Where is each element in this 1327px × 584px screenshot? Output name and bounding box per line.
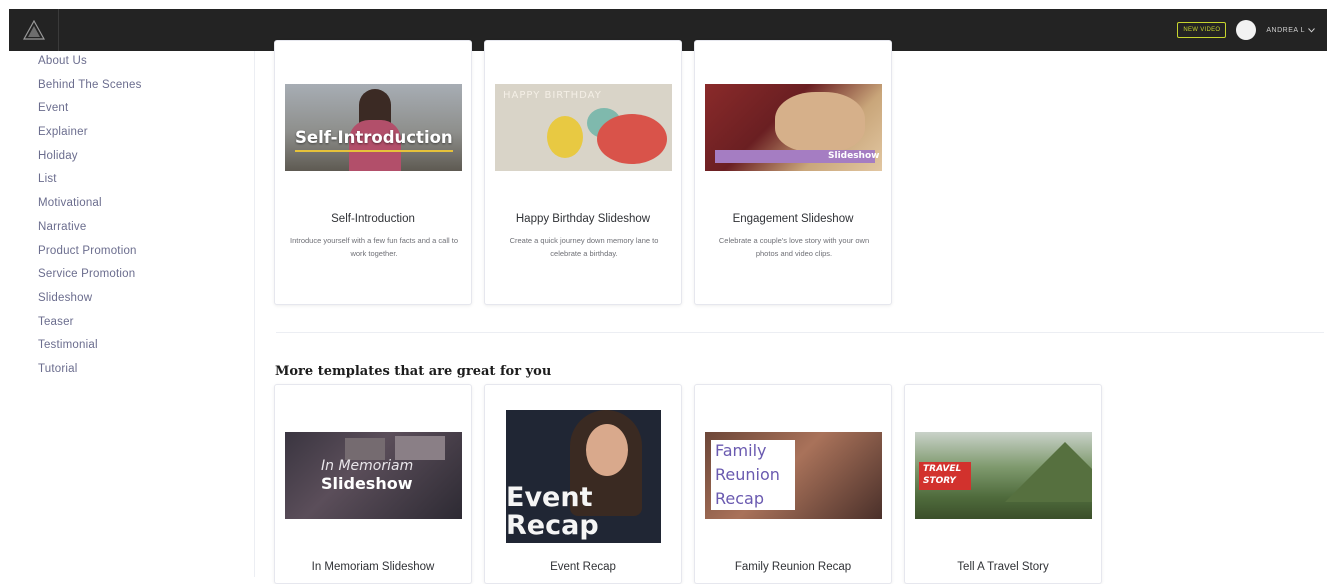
sidebar-item-service-promotion[interactable]: Service Promotion: [38, 266, 238, 290]
user-name-label: ANDREA L: [1266, 26, 1305, 34]
thumbnail-line-1: TRAVEL: [923, 464, 962, 474]
card-title: In Memoriam Slideshow: [311, 561, 435, 573]
thumbnail-title: HAPPY BIRTHDAY: [503, 90, 602, 101]
thumbnail-line-1: In Memoriam: [321, 458, 414, 474]
chevron-down-icon: [1308, 27, 1315, 33]
thumbnail-mountain: [1005, 442, 1092, 502]
card-title: Self-Introduction: [331, 213, 415, 225]
sidebar-divider: [254, 51, 255, 577]
card-description: Celebrate a couple's love story with you…: [718, 236, 870, 258]
template-thumbnail: TRAVEL STORY: [915, 432, 1092, 519]
card-title: Family Reunion Recap: [734, 561, 852, 573]
sidebar-item-product-promotion[interactable]: Product Promotion: [38, 243, 238, 267]
template-thumbnail: Slideshow: [705, 84, 882, 171]
sidebar-item-explainer[interactable]: Explainer: [38, 124, 238, 148]
app-logo[interactable]: [9, 9, 59, 51]
thumbnail-title: Slideshow: [828, 151, 880, 161]
template-card-engagement-slideshow[interactable]: Slideshow Engagement Slideshow Celebrate…: [694, 40, 892, 305]
section-divider: [276, 332, 1324, 333]
thumbnail-hands: [775, 92, 865, 152]
card-title: Engagement Slideshow: [732, 213, 854, 225]
template-thumbnail: HAPPY BIRTHDAY: [495, 84, 672, 171]
user-avatar[interactable]: [1236, 20, 1257, 40]
template-thumbnail: Family Reunion Recap: [705, 432, 882, 519]
template-thumbnail: In Memoriam Slideshow: [285, 432, 462, 519]
template-card-self-introduction[interactable]: Self-Introduction Self-Introduction Intr…: [274, 40, 472, 305]
thumbnail-balloon-red: [597, 114, 667, 164]
card-description: Introduce yourself with a few fun facts …: [289, 236, 458, 258]
template-card-tell-a-travel-story[interactable]: TRAVEL STORY Tell A Travel Story: [904, 384, 1102, 584]
thumbnail-balloon-yellow: [547, 116, 583, 158]
sidebar-item-narrative[interactable]: Narrative: [38, 219, 238, 243]
thumbnail-line-1: Family: [715, 441, 767, 460]
user-menu[interactable]: ANDREA L: [1266, 27, 1315, 34]
card-title: Tell A Travel Story: [957, 561, 1049, 573]
thumbnail-underline: [295, 150, 453, 152]
thumbnail-line-2: Recap: [506, 510, 599, 541]
sidebar-item-slideshow[interactable]: Slideshow: [38, 290, 238, 314]
thumbnail-photo-strip: [395, 436, 445, 460]
template-thumbnail: Event Recap: [506, 410, 661, 543]
thumbnail-line-2: STORY: [923, 476, 956, 486]
sidebar-item-list[interactable]: List: [38, 171, 238, 195]
card-title: Happy Birthday Slideshow: [515, 213, 651, 225]
sidebar-item-tutorial[interactable]: Tutorial: [38, 361, 238, 385]
sidebar-item-testimonial[interactable]: Testimonial: [38, 337, 238, 361]
sidebar-item-motivational[interactable]: Motivational: [38, 195, 238, 219]
sidebar-item-teaser[interactable]: Teaser: [38, 314, 238, 338]
thumbnail-photo-strip: [345, 438, 385, 460]
thumbnail-line-3: Recap: [715, 489, 764, 508]
thumbnail-line-2: Slideshow: [321, 474, 413, 493]
thumbnail-line-2: Reunion: [715, 465, 780, 484]
template-card-family-reunion-recap[interactable]: Family Reunion Recap Family Reunion Reca…: [694, 384, 892, 584]
logo-icon: [22, 20, 45, 40]
thumbnail-line-1: Event: [506, 482, 593, 513]
sidebar-item-behind-the-scenes[interactable]: Behind The Scenes: [38, 77, 238, 101]
card-description: Create a quick journey down memory lane …: [509, 236, 659, 258]
category-sidebar: About Us Behind The Scenes Event Explain…: [38, 53, 238, 385]
template-card-in-memoriam-slideshow[interactable]: In Memoriam Slideshow In Memoriam Slides…: [274, 384, 472, 584]
sidebar-item-holiday[interactable]: Holiday: [38, 148, 238, 172]
template-card-happy-birthday-slideshow[interactable]: HAPPY BIRTHDAY Happy Birthday Slideshow …: [484, 40, 682, 305]
sidebar-item-about-us[interactable]: About Us: [38, 53, 238, 77]
new-video-button[interactable]: NEW VIDEO: [1177, 22, 1227, 38]
thumbnail-title: Self-Introduction: [295, 128, 453, 147]
sidebar-item-event[interactable]: Event: [38, 100, 238, 124]
template-card-event-recap[interactable]: Event Recap Event Recap: [484, 384, 682, 584]
more-templates-heading: More templates that are great for you: [275, 364, 552, 379]
template-thumbnail: Self-Introduction: [285, 84, 462, 171]
card-title: Event Recap: [550, 561, 616, 573]
thumbnail-person-face: [586, 424, 628, 476]
